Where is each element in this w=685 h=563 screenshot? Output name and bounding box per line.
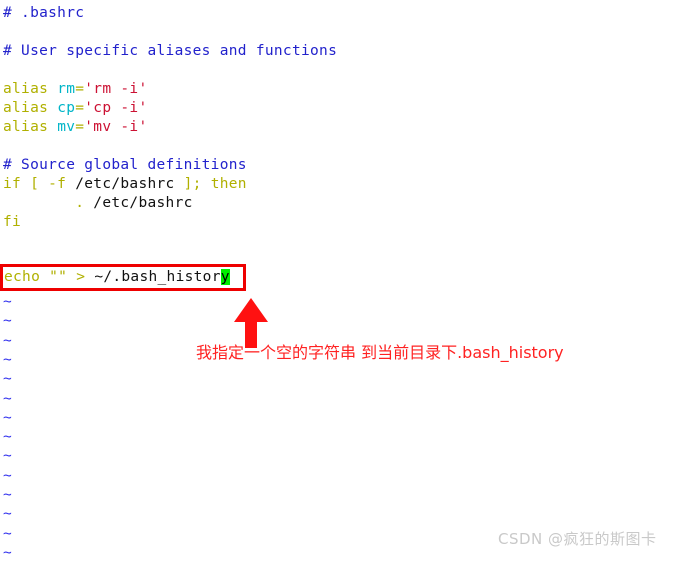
empty-line-tilde: ~ (3, 487, 12, 503)
code-token: fi (3, 214, 22, 230)
code-token: if (3, 176, 31, 192)
code-token: # User specific aliases and functions (3, 43, 338, 59)
code-token: . (75, 195, 85, 211)
command-token: echo (4, 269, 50, 285)
code-line: fi (3, 213, 21, 232)
code-token: 'cp -i' (84, 100, 148, 116)
code-token: /etc/bashrc (75, 176, 175, 192)
empty-line-tilde: ~ (3, 409, 12, 426)
code-token: 'mv -i' (84, 119, 148, 135)
code-token: = (75, 119, 85, 135)
command-token: "" (49, 269, 68, 285)
code-line: # Source global definitions (3, 156, 247, 175)
code-line: alias rm='rm -i' (3, 80, 148, 99)
code-line: alias cp='cp -i' (3, 99, 148, 118)
code-token: 'rm -i' (84, 81, 148, 97)
code-token: mv (57, 119, 76, 135)
code-line: # User specific aliases and functions (3, 42, 337, 61)
code-token: alias (3, 100, 58, 116)
code-line: . /etc/bashrc (3, 194, 193, 213)
code-token: # .bashrc (3, 5, 85, 21)
empty-line-tilde: ~ (3, 429, 12, 446)
empty-line-tilde: ~ (3, 371, 12, 388)
code-token: alias (3, 119, 58, 135)
empty-line-tilde: ~ (3, 506, 12, 523)
code-token: then (210, 176, 247, 192)
command-line-text[interactable]: echo "" > ~/.bash_history (4, 268, 230, 287)
empty-line-tilde: ~ (3, 294, 12, 310)
csdn-watermark: CSDN @疯狂的斯图卡 (498, 530, 657, 548)
code-token: ]; (174, 176, 211, 192)
code-token: [ -f (30, 176, 76, 192)
code-token: cp (57, 100, 76, 116)
empty-line-tilde: ~ (3, 332, 12, 349)
text-cursor[interactable]: y (220, 269, 230, 285)
code-token: = (75, 81, 85, 97)
code-line: if [ -f /etc/bashrc ]; then (3, 175, 247, 194)
code-token: alias (3, 81, 58, 97)
empty-line-tilde: ~ (3, 544, 12, 561)
command-token: > (67, 269, 95, 285)
empty-line-tilde: ~ (3, 390, 12, 407)
code-line: # .bashrc (3, 4, 84, 23)
code-token: /etc/bashrc (84, 195, 193, 211)
code-token: # Source global definitions (3, 157, 247, 173)
empty-line-tilde: ~ (3, 313, 12, 330)
code-line: alias mv='mv -i' (3, 118, 148, 137)
empty-line-tilde: ~ (3, 448, 12, 465)
command-token: ~/.bash_histor (94, 269, 221, 285)
annotation-text: 我指定一个空的字符串 到当前目录下.bash_history (196, 343, 564, 362)
vim-editor-window[interactable]: ~ ~ ~ ~ ~ ~ ~ ~ ~ ~ ~ ~ ~ ~ # .bashrc # User specific … (0, 0, 685, 561)
code-token: = (75, 100, 85, 116)
empty-line-tilde: ~ (3, 525, 12, 542)
code-token: rm (57, 81, 76, 97)
empty-line-tilde: ~ (3, 351, 12, 368)
empty-line-tilde: ~ (3, 467, 12, 484)
annotation-arrow-icon (234, 298, 268, 348)
